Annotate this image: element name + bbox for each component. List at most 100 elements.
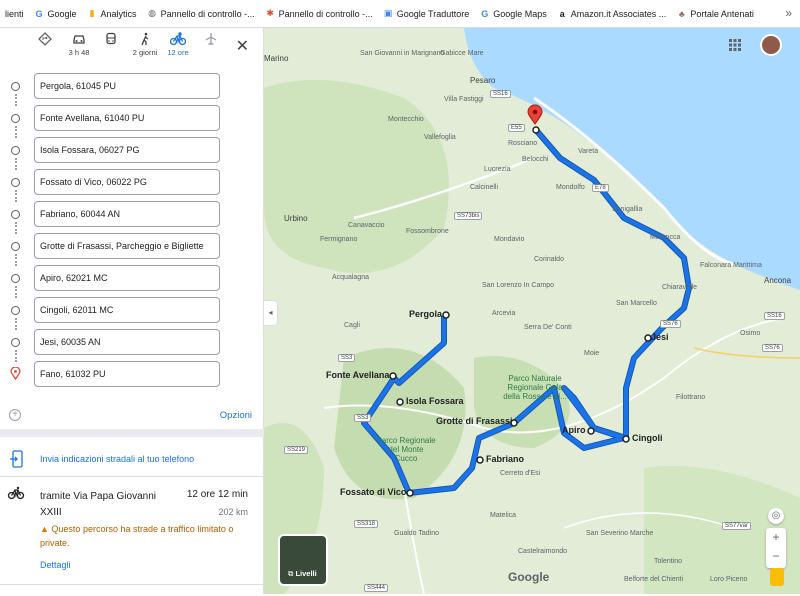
bookmark-label: Amazon.it Associates ... — [570, 8, 667, 19]
waypoint-input-8[interactable]: Cingoli, 62011 MC — [34, 297, 220, 323]
map-canvas[interactable]: Pergola Fonte Avellana Isola Fossara Gro… — [264, 28, 800, 594]
map-label: Calcinelli — [470, 184, 499, 191]
bookmarks-bar: lienti G Google ▮ Analytics ◍ Pannello di c… — [0, 0, 800, 28]
bookmark-label: Pannello di controllo -... — [278, 8, 373, 19]
mode-flight[interactable] — [194, 32, 228, 46]
waypoint-dot-icon — [11, 210, 20, 219]
add-destination-row: + Opzioni — [0, 402, 264, 428]
layers-label: ⧉ Livelli — [288, 569, 317, 578]
map-label: Montecchio — [388, 116, 424, 123]
mode-car[interactable]: 3 h 48 — [62, 32, 96, 57]
map-label-jesi[interactable]: Jesi — [651, 332, 669, 342]
bookmark-label: Portale Antenati — [690, 8, 754, 19]
joomla-icon: ✱ — [266, 8, 274, 18]
route-option[interactable]: tramite Via Papa Giovanni XXIII 12 ore 1… — [0, 486, 264, 596]
bookmark-analytics[interactable]: ▮ Analytics — [82, 8, 142, 19]
mode-best[interactable] — [28, 32, 62, 46]
apps-grid-icon[interactable] — [728, 38, 742, 52]
train-icon — [106, 32, 116, 45]
bookmark-antenati[interactable]: ♣ Portale Antenati — [671, 8, 759, 19]
map-label: Belforte del Chienti — [624, 576, 684, 583]
map-base — [264, 28, 800, 594]
separator — [0, 584, 264, 585]
map-label-fonte-avellana[interactable]: Fonte Avellana — [326, 370, 389, 380]
bookmark-maps[interactable]: G Google Maps — [474, 8, 552, 19]
collapse-panel-button[interactable]: ◂ — [264, 300, 278, 326]
route-distance: 202 km — [218, 507, 248, 517]
map-label-grotte-frasassi[interactable]: Grotte di Frasassi — [436, 416, 513, 426]
waypoint-input-2[interactable]: Fonte Avellana, 61040 PU — [34, 105, 220, 131]
route-connector — [15, 350, 17, 362]
analytics-icon: ▮ — [89, 8, 95, 18]
map-label: Canavaccio — [348, 222, 385, 229]
map-label: San Giovanni in Marignano — [360, 50, 445, 57]
route-connector — [15, 318, 17, 330]
road-shield: SS76 — [762, 344, 783, 352]
bike-time: 12 ore — [167, 48, 189, 57]
amazon-icon: a — [559, 8, 565, 19]
bookmark-amazon[interactable]: a Amazon.it Associates ... — [552, 8, 672, 19]
map-label-apiro[interactable]: Apiro — [562, 425, 586, 435]
mode-transit[interactable] — [94, 32, 128, 46]
close-icon[interactable]: ✕ — [236, 36, 249, 56]
waypoint-input-4[interactable]: Fossato di Vico, 06022 PG — [34, 169, 220, 195]
send-to-phone-row[interactable]: Invia indicazioni stradali al tuo telefo… — [0, 448, 264, 472]
waypoint-input-7[interactable]: Apiro, 62021 MC — [34, 265, 220, 291]
bookmark-label: Google Traduttore — [396, 8, 470, 19]
mode-walk[interactable]: 2 giorni — [128, 32, 162, 57]
section-divider — [0, 429, 264, 437]
waypoint-input-1[interactable]: Pergola, 61045 PU — [34, 73, 220, 99]
map-label: Osimo — [740, 330, 761, 337]
bookmark-google[interactable]: G Google — [29, 8, 82, 19]
bookmark-label: Analytics — [100, 8, 137, 19]
bookmark-translate[interactable]: ▣ Google Traduttore — [378, 8, 475, 19]
map-label: Serra De' Conti — [524, 324, 572, 331]
details-link[interactable]: Dettagli — [40, 560, 71, 570]
bookmark-label: Google — [47, 8, 77, 19]
warning-icon: ▲ — [40, 524, 52, 534]
map-label: Tolentino — [654, 558, 683, 565]
walk-icon — [141, 32, 149, 46]
mode-bike[interactable]: 12 ore — [161, 30, 195, 57]
route-connector — [15, 254, 17, 266]
options-button[interactable]: Opzioni — [220, 410, 252, 421]
map-label-cingoli[interactable]: Cingoli — [632, 433, 663, 443]
road-shield: SS76 — [660, 320, 681, 328]
pegman-icon[interactable] — [770, 568, 784, 586]
account-avatar[interactable] — [760, 34, 782, 56]
send-to-phone-link[interactable]: Invia indicazioni stradali al tuo telefo… — [40, 454, 194, 464]
add-destination-icon[interactable]: + — [9, 409, 21, 421]
map-label: Pesaro — [470, 76, 496, 85]
map-label-isola-fossara[interactable]: Isola Fossara — [406, 396, 464, 406]
road-shield: E55 — [508, 124, 525, 132]
bookmark-pannello-2[interactable]: ✱ Pannello di controllo -... — [260, 8, 378, 19]
map-label: Urbino — [284, 214, 308, 223]
google-icon: G — [35, 8, 43, 19]
map-label-fossato-vico[interactable]: Fossato di Vico — [340, 487, 406, 497]
bookmarks-overflow-icon[interactable]: » — [785, 6, 792, 20]
layers-button[interactable]: ⧉ Livelli — [278, 534, 328, 586]
waypoint-dot-icon — [11, 146, 20, 155]
waypoint-input-destination[interactable]: Fano, 61032 PU — [34, 361, 220, 387]
my-location-icon[interactable]: ◎ — [768, 508, 784, 524]
map-label-pergola[interactable]: Pergola — [409, 309, 442, 319]
bookmark-1[interactable]: lienti — [0, 9, 29, 19]
layers-text: Livelli — [295, 569, 317, 578]
zoom-control: + − — [766, 528, 786, 568]
zoom-out-button[interactable]: − — [766, 547, 786, 566]
waypoint-input-3[interactable]: Isola Fossara, 06027 PG — [34, 137, 220, 163]
waypoint-input-5[interactable]: Fabriano, 60044 AN — [34, 201, 220, 227]
road-shield: SS77var — [722, 522, 752, 530]
map-label: Falconara Marittima — [700, 262, 762, 269]
bookmark-pannello-1[interactable]: ◍ Pannello di controllo -... — [142, 8, 260, 19]
road-shield: SS318 — [354, 520, 379, 528]
map-label: Villa Fastiggi — [444, 96, 484, 103]
waypoint-input-9[interactable]: Jesi, 60035 AN — [34, 329, 220, 355]
map-label-fabriano[interactable]: Fabriano — [486, 454, 524, 464]
road-shield: SS3 — [354, 414, 372, 422]
route-connector — [15, 158, 17, 170]
antenati-icon: ♣ — [678, 8, 685, 19]
zoom-in-button[interactable]: + — [766, 528, 786, 547]
waypoint-dot-icon — [11, 274, 20, 283]
waypoint-input-6[interactable]: Grotte di Frasassi, Parcheggio e Bigliet… — [34, 233, 220, 259]
